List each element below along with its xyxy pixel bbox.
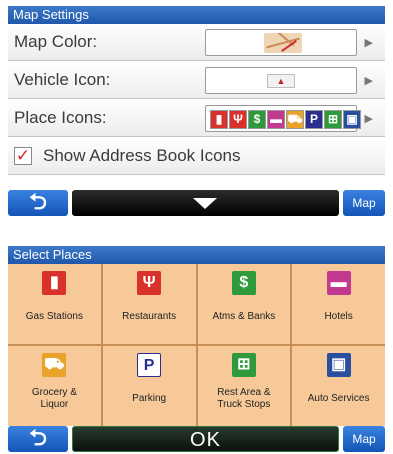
place-icons-preview[interactable]: ▮ Ψ $ ▬ ⛟ P ⊞ ▣ xyxy=(205,105,361,132)
place-cell-auto-services[interactable]: ▣ Auto Services xyxy=(292,346,385,426)
rest-area-icon: ⊞ xyxy=(231,353,256,377)
select-places-screen: Select Places ▮ Gas Stations Ψ Restauran… xyxy=(8,246,385,454)
back-button[interactable]: ⮌ xyxy=(8,190,68,216)
dollar-icon: $ xyxy=(248,110,266,129)
back-button[interactable]: ⮌ xyxy=(8,426,68,452)
place-label: Hotels xyxy=(324,311,353,322)
map-button[interactable]: Map xyxy=(343,426,385,452)
place-label: Auto Services xyxy=(307,393,370,404)
ok-button[interactable]: OK xyxy=(72,426,339,452)
place-cell-gas-stations[interactable]: ▮ Gas Stations xyxy=(8,264,101,344)
place-icons-label: Place Icons: xyxy=(14,108,107,127)
auto-service-icon: ▣ xyxy=(343,110,361,129)
place-label: Rest Area & Truck Stops xyxy=(217,387,271,410)
vehicle-icon-row[interactable]: Vehicle Icon: ▲ ▶ xyxy=(8,62,385,99)
grocery-icon: ⛟ xyxy=(286,110,304,129)
back-arrow-icon: ⮌ xyxy=(29,189,47,214)
select-places-title: Select Places xyxy=(8,246,385,264)
place-icon-strip: ▮ Ψ $ ▬ ⛟ P ⊞ ▣ xyxy=(210,110,361,129)
ok-label: OK xyxy=(190,429,221,451)
chevron-right-icon[interactable]: ▶ xyxy=(365,112,373,125)
map-thumbnail-icon xyxy=(264,33,302,53)
place-cell-grocery-liquor[interactable]: ⛟ Grocery & Liquor xyxy=(8,346,101,426)
parking-icon: P xyxy=(305,110,323,129)
address-book-row[interactable]: ✓ Show Address Book Icons xyxy=(8,138,385,175)
map-settings-nav: ⮌ Map xyxy=(8,188,385,218)
places-grid: ▮ Gas Stations Ψ Restaurants $ Atms & Ba… xyxy=(8,264,385,426)
map-color-label: Map Color: xyxy=(14,32,98,51)
rest-area-icon: ⊞ xyxy=(324,110,342,129)
vehicle-arrow-icon: ▲ xyxy=(267,74,295,88)
map-button[interactable]: Map xyxy=(343,190,385,216)
place-label: Parking xyxy=(132,393,167,404)
down-arrow-icon xyxy=(193,198,217,209)
map-color-row[interactable]: Map Color: ▶ xyxy=(8,24,385,61)
map-settings-screen: Map Settings Map Color: ▶ Vehicle Icon: … xyxy=(8,6,385,226)
dollar-icon: $ xyxy=(231,271,256,295)
place-label: Grocery & Liquor xyxy=(31,387,77,410)
bed-icon: ▬ xyxy=(326,271,351,295)
hotel-icon: ▬ xyxy=(267,110,285,129)
shopping-cart-icon: ⛟ xyxy=(42,353,67,377)
place-label: Atms & Banks xyxy=(212,311,276,322)
address-book-checkbox[interactable]: ✓ xyxy=(14,147,32,165)
map-color-preview[interactable] xyxy=(205,29,357,56)
place-cell-restaurants[interactable]: Ψ Restaurants xyxy=(102,264,196,344)
car-service-icon: ▣ xyxy=(326,353,351,377)
chevron-right-icon[interactable]: ▶ xyxy=(365,36,373,49)
place-label: Restaurants xyxy=(122,311,177,322)
restaurant-icon: Ψ xyxy=(229,110,247,129)
place-cell-parking[interactable]: P Parking xyxy=(102,346,196,426)
place-icons-row[interactable]: Place Icons: ▮ Ψ $ ▬ ⛟ P ⊞ ▣ ▶ xyxy=(8,100,385,137)
place-cell-atms-banks[interactable]: $ Atms & Banks xyxy=(197,264,291,344)
fork-knife-icon: Ψ xyxy=(137,271,162,295)
chevron-right-icon[interactable]: ▶ xyxy=(365,74,373,87)
address-book-label: Show Address Book Icons xyxy=(43,146,241,165)
select-places-nav: ⮌ OK Map xyxy=(8,424,385,454)
place-cell-hotels[interactable]: ▬ Hotels xyxy=(292,264,385,344)
map-settings-title: Map Settings xyxy=(8,6,385,24)
vehicle-icon-preview[interactable]: ▲ xyxy=(205,67,357,94)
place-label: Gas Stations xyxy=(25,311,83,322)
place-cell-rest-area[interactable]: ⊞ Rest Area & Truck Stops xyxy=(197,346,291,426)
scroll-down-button[interactable] xyxy=(72,190,339,216)
back-arrow-icon: ⮌ xyxy=(29,425,47,450)
parking-icon: P xyxy=(137,353,162,377)
vehicle-icon-label: Vehicle Icon: xyxy=(14,70,111,89)
gas-pump-icon: ▮ xyxy=(42,271,67,295)
gas-icon: ▮ xyxy=(210,110,228,129)
